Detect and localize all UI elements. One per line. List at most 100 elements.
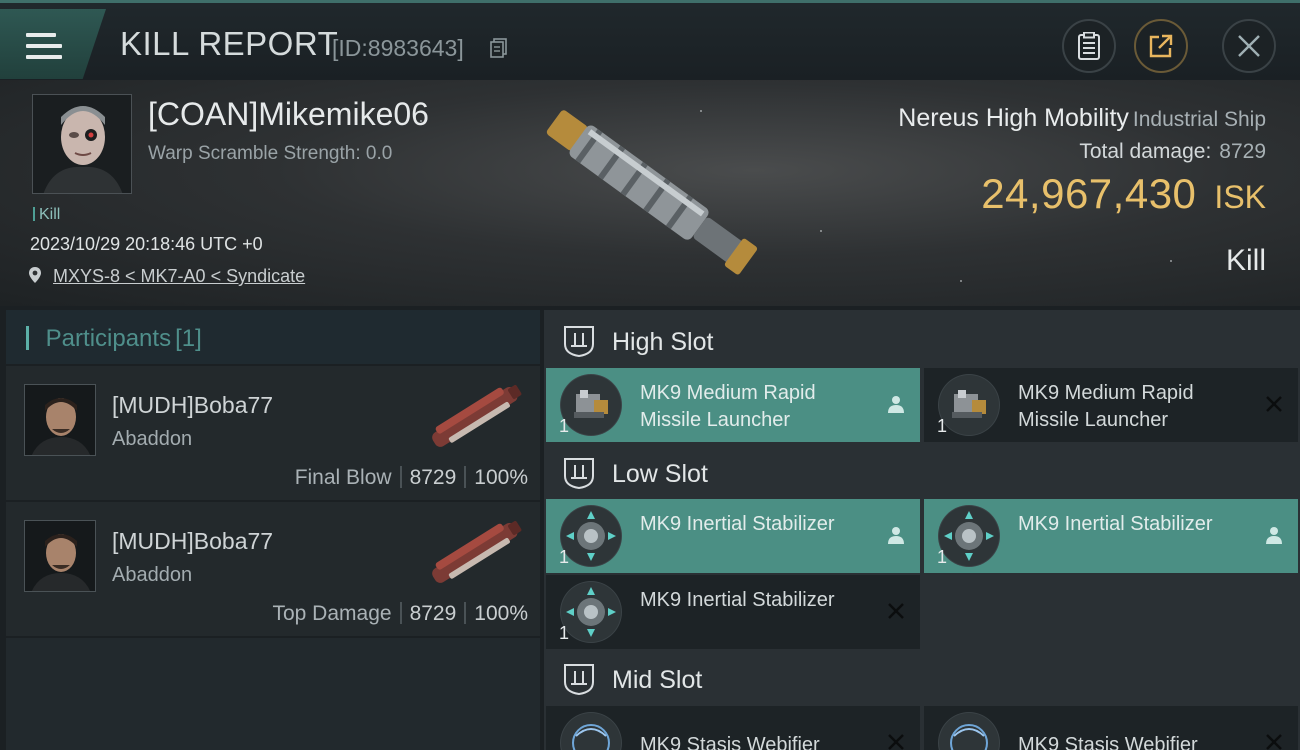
mid-slot-icon: [564, 664, 594, 696]
high-slot-label: High Slot: [612, 328, 714, 356]
participant-damage: 8729: [409, 602, 457, 625]
person-icon: [1266, 527, 1282, 544]
victim-avatar[interactable]: [32, 94, 132, 194]
module-name: MK9 Medium Rapid Missile Launcher: [1018, 382, 1194, 431]
missile-launcher-icon: [938, 374, 1000, 436]
module-quantity: 1: [559, 547, 570, 567]
ship-name[interactable]: Nereus High Mobility: [898, 104, 1129, 132]
low-slot-icon: [564, 458, 594, 490]
isk-value: 24,967,430: [981, 170, 1197, 217]
module-card[interactable]: 1 MK9 Stasis Webifier: [924, 706, 1298, 750]
participant-avatar[interactable]: [24, 384, 96, 456]
report-id: [ID:8983643]: [332, 35, 464, 61]
participants-panel: Participants [1] [MUDH]Boba77 Abaddon Fin…: [6, 310, 540, 750]
menu-icon: [26, 33, 62, 61]
module-name: MK9 Stasis Webifier: [640, 734, 820, 750]
low-slot-label: Low Slot: [612, 460, 708, 488]
module-card[interactable]: 1 MK9 Inertial Stabilizer: [546, 499, 920, 573]
module-quantity: 1: [559, 623, 570, 643]
participant-percent: 100%: [474, 602, 528, 625]
x-icon: [888, 603, 904, 619]
mid-slot-header: Mid Slot: [544, 650, 1300, 708]
module-name: MK9 Stasis Webifier: [1018, 734, 1198, 750]
total-damage-label: Total damage:: [1079, 140, 1212, 163]
x-icon: [1266, 734, 1282, 750]
isk-value-line: 24,967,430 ISK: [981, 170, 1266, 218]
participant-row[interactable]: [MUDH]Boba77 Abaddon Final Blow 8729 100%: [6, 366, 540, 502]
victim-ship-image: [546, 110, 758, 275]
person-icon: [888, 527, 904, 544]
menu-button[interactable]: [0, 9, 106, 79]
module-card[interactable]: 1 MK9 Inertial Stabilizer: [546, 575, 920, 649]
missile-launcher-icon: [560, 374, 622, 436]
location-link[interactable]: MXYS-8 < MK7-A0 < Syndicate: [53, 266, 305, 286]
participant-percent: 100%: [474, 466, 528, 489]
participant-stats: Top Damage 8729 100%: [272, 602, 528, 626]
module-name: MK9 Inertial Stabilizer: [640, 589, 835, 611]
kill-tag: Kill: [33, 206, 60, 224]
inertial-stabilizer-icon: [938, 505, 1000, 567]
person-icon: [888, 396, 904, 413]
close-button[interactable]: [1222, 19, 1276, 73]
x-icon: [1266, 396, 1282, 412]
mid-slot-label: Mid Slot: [612, 666, 703, 694]
participant-ship: Abaddon: [112, 564, 193, 586]
module-card[interactable]: 1 MK9 Stasis Webifier: [546, 706, 920, 750]
close-icon: [1238, 35, 1260, 57]
x-icon: [888, 734, 904, 750]
participant-role: Top Damage: [272, 602, 392, 625]
participant-portrait-image: [25, 385, 95, 455]
participant-portrait-image: [25, 521, 95, 591]
location-pin-icon: [29, 267, 41, 283]
inertial-stabilizer-icon: [560, 581, 622, 643]
fittings-panel: High Slot 1 MK9 Medium Rapid Missile Lau…: [544, 310, 1300, 750]
participant-role: Final Blow: [294, 466, 392, 489]
kill-status: Kill: [1225, 244, 1266, 277]
low-slot-header: Low Slot: [544, 444, 1300, 502]
title-bar: KILL REPORT [ID:8983643]: [0, 0, 1300, 80]
module-name: MK9 Medium Rapid Missile Launcher: [640, 382, 816, 431]
module-card[interactable]: 1 MK9 Medium Rapid Missile Launcher: [546, 368, 920, 442]
total-damage-value: 8729: [1219, 140, 1266, 163]
participants-label: Participants: [45, 325, 172, 352]
participant-row[interactable]: [MUDH]Boba77 Abaddon Top Damage 8729 100%: [6, 502, 540, 638]
participant-damage: 8729: [409, 466, 457, 489]
kill-datetime: 2023/10/29 20:18:46 UTC +0: [30, 234, 263, 254]
kill-location[interactable]: MXYS-8 < MK7-A0 < Syndicate: [28, 266, 305, 287]
ship-class: Industrial Ship: [1132, 108, 1266, 131]
total-damage: Total damage: 8729: [1079, 140, 1266, 164]
share-button[interactable]: [1134, 19, 1188, 73]
module-name: MK9 Inertial Stabilizer: [1018, 513, 1213, 535]
victim-name[interactable]: [COAN]Mikemike06: [148, 96, 429, 133]
clipboard-button[interactable]: [1062, 19, 1116, 73]
inertial-stabilizer-icon: [560, 505, 622, 567]
stasis-webifier-icon: [560, 712, 622, 750]
victim-portrait-image: [33, 95, 131, 193]
participants-count: [1]: [175, 325, 202, 352]
high-slot-header: High Slot: [544, 312, 1300, 370]
copy-icon[interactable]: [490, 38, 508, 58]
participant-ship-image: [432, 385, 522, 447]
participant-stats: Final Blow 8729 100%: [295, 466, 528, 490]
share-icon: [1149, 34, 1173, 58]
module-name: MK9 Inertial Stabilizer: [640, 513, 835, 535]
module-quantity: 1: [937, 416, 948, 436]
stasis-webifier-icon: [938, 712, 1000, 750]
participant-avatar[interactable]: [24, 520, 96, 592]
participant-ship-image: [432, 521, 522, 583]
participants-tab[interactable]: Participants [1]: [6, 310, 540, 366]
participant-ship: Abaddon: [112, 428, 193, 450]
clipboard-icon: [1078, 32, 1100, 60]
module-card[interactable]: 1 MK9 Inertial Stabilizer: [924, 499, 1298, 573]
participant-name[interactable]: [MUDH]Boba77: [112, 392, 273, 419]
module-quantity: 1: [559, 416, 570, 436]
module-card[interactable]: 1 MK9 Medium Rapid Missile Launcher: [924, 368, 1298, 442]
module-quantity: 1: [937, 547, 948, 567]
page-title: KILL REPORT: [120, 25, 339, 62]
participant-name[interactable]: [MUDH]Boba77: [112, 528, 273, 555]
warp-scramble-strength: Warp Scramble Strength: 0.0: [148, 143, 393, 164]
high-slot-icon: [564, 326, 594, 358]
isk-unit: ISK: [1214, 179, 1266, 215]
ship-type-line: Nereus High Mobility Industrial Ship: [898, 104, 1266, 133]
kill-summary: [COAN]Mikemike06 Warp Scramble Strength:…: [0, 80, 1300, 306]
